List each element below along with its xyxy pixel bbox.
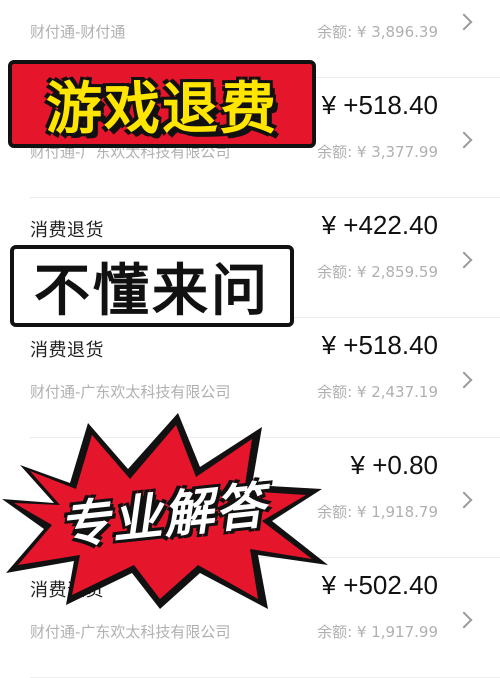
promo-banner-white-text: 不懂来问	[34, 258, 270, 324]
promo-banner-white: 不懂来问	[10, 245, 294, 327]
transaction-amount: ¥ +422.40	[321, 210, 438, 240]
transaction-balance: 余额: ¥ 2,437.19	[317, 383, 438, 401]
transaction-amount: ¥ +0.80	[350, 450, 438, 480]
chevron-right-icon[interactable]	[455, 131, 473, 149]
transaction-amount: ¥ +518.40	[321, 330, 438, 360]
promo-banner-red: 游戏退费	[8, 60, 316, 148]
transaction-balance: 余额: ¥ 2,859.59	[317, 263, 438, 281]
transaction-balance: 余额: ¥ 3,896.39	[317, 23, 438, 41]
transaction-balance: 余额: ¥ 1,918.79	[317, 503, 438, 521]
chevron-right-icon[interactable]	[455, 611, 473, 629]
chevron-right-icon[interactable]	[455, 251, 473, 269]
transaction-amount: ¥ +502.40	[321, 570, 438, 600]
chevron-right-icon[interactable]	[455, 491, 473, 509]
transaction-title: 消费退货	[30, 340, 104, 361]
transaction-balance: 余额: ¥ 1,917.99	[317, 623, 438, 641]
promo-banner-red-text: 游戏退费	[46, 76, 278, 142]
transaction-balance: 余额: ¥ 3,377.99	[317, 143, 438, 161]
chevron-right-icon[interactable]	[455, 371, 473, 389]
transaction-source: 财付通-广东欢太科技有限公司	[30, 383, 231, 401]
transaction-source: 财付通-财付通	[30, 23, 126, 41]
transaction-title: 消费退货	[30, 220, 104, 241]
transaction-source: 财付通-广东欢太科技有限公司	[30, 623, 231, 641]
chevron-right-icon[interactable]	[455, 13, 473, 31]
transaction-amount: ¥ +518.40	[321, 90, 438, 120]
